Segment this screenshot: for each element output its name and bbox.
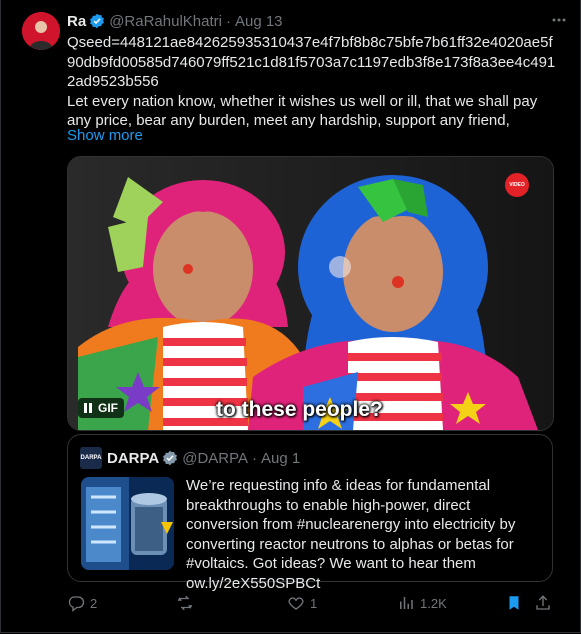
like-icon: [287, 594, 305, 612]
quote-author-handle[interactable]: @DARPA: [182, 450, 248, 467]
quote-date[interactable]: Aug 1: [261, 450, 300, 467]
pause-icon: [84, 403, 92, 413]
more-icon[interactable]: [551, 12, 567, 33]
author-avatar[interactable]: [22, 12, 60, 50]
author-handle[interactable]: @RaRahulKhatri: [109, 13, 222, 30]
show-more-link[interactable]: Show more: [67, 127, 143, 144]
views-icon: [397, 594, 415, 612]
gif-pause-button[interactable]: GIF: [78, 398, 124, 418]
quote-header: DARPA DARPA @DARPA · Aug 1: [80, 447, 300, 469]
bookmark-button[interactable]: [505, 594, 523, 612]
share-icon: [534, 594, 552, 612]
gif-media[interactable]: VIDEO GIF to these people?: [67, 156, 554, 431]
action-bar: 2 1 1.2K: [67, 594, 557, 614]
tweet-seed-text: Qseed=448121ae842625935310437e4f7bf8b8c7…: [67, 34, 556, 90]
tweet-header: Ra @RaRahulKhatri · Aug 13: [67, 11, 567, 31]
repost-icon: [176, 594, 194, 612]
like-count: 1: [310, 595, 318, 611]
quote-author-name[interactable]: DARPA: [107, 450, 159, 467]
views-count: 1.2K: [420, 595, 447, 611]
repost-button[interactable]: [176, 594, 199, 612]
tweet-date[interactable]: Aug 13: [235, 13, 283, 30]
reply-count: 2: [90, 595, 98, 611]
like-button[interactable]: 1: [287, 594, 317, 612]
gif-frame-image: [68, 157, 553, 430]
separator-dot: ·: [225, 12, 231, 30]
tweet-body-text: Let every nation know, whether it wishes…: [67, 92, 538, 130]
reply-button[interactable]: 2: [67, 594, 97, 612]
gif-label: GIF: [98, 401, 118, 415]
verified-badge-icon: [89, 13, 105, 29]
gif-caption: to these people?: [216, 398, 383, 421]
separator-dot: ·: [252, 449, 258, 467]
quote-thumbnail[interactable]: [81, 477, 174, 570]
reply-icon: [67, 594, 85, 612]
author-name[interactable]: Ra: [67, 13, 86, 30]
avatar-image: [22, 12, 60, 50]
quote-avatar[interactable]: DARPA: [80, 447, 102, 469]
bookmark-icon: [505, 594, 523, 612]
share-button[interactable]: [534, 594, 552, 612]
verified-badge-icon: [162, 450, 178, 466]
channel-badge: VIDEO: [505, 173, 529, 197]
quote-thumbnail-image: [81, 477, 174, 570]
quote-text: We’re requesting info & ideas for fundam…: [186, 477, 516, 592]
quoted-tweet[interactable]: DARPA DARPA @DARPA · Aug 1 We’re request…: [67, 434, 553, 592]
views-button[interactable]: 1.2K: [397, 594, 447, 612]
tweet-text: Qseed=448121ae842625935310437e4f7bf8b8c7…: [67, 33, 557, 131]
